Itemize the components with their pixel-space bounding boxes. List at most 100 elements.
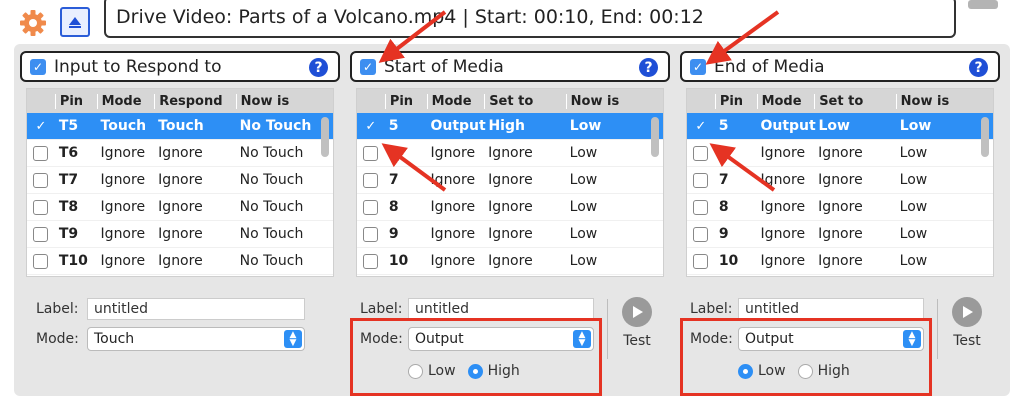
cell-pin: T10 bbox=[58, 253, 88, 269]
panel-header: ✓ Input to Respond to ? bbox=[20, 51, 340, 82]
help-icon[interactable]: ? bbox=[969, 58, 988, 77]
table-row[interactable]: ✓ 5 Output Low Low bbox=[687, 113, 993, 140]
col-header-now-is: Now is bbox=[565, 93, 663, 109]
row-checkbox[interactable] bbox=[33, 145, 49, 161]
table-row[interactable]: 10 Ignore Ignore Low bbox=[687, 248, 993, 275]
help-icon[interactable]: ? bbox=[309, 58, 328, 77]
table-row[interactable]: ✓ T5 Touch Touch No Touch bbox=[27, 113, 333, 140]
test-button-label: Test bbox=[953, 333, 981, 349]
table-row[interactable]: ✓ 5 Output High Low bbox=[357, 113, 663, 140]
table-row[interactable]: 10 Ignore Ignore Low bbox=[357, 248, 663, 275]
table-row[interactable]: 6 Ignore Ignore Low bbox=[357, 140, 663, 167]
table-scrollbar[interactable] bbox=[981, 117, 989, 157]
label-input[interactable]: untitled bbox=[738, 298, 924, 320]
checkmark-icon[interactable]: ✓ bbox=[35, 119, 46, 134]
mode-select[interactable]: Touch ▲ ▼ bbox=[87, 327, 305, 351]
cell-set-to: Low bbox=[818, 118, 850, 134]
cell-set-to: Ignore bbox=[818, 253, 863, 269]
table-row[interactable]: T9 Ignore Ignore No Touch bbox=[27, 221, 333, 248]
col-header-now-is: Now is bbox=[235, 93, 333, 109]
cell-now-is: Low bbox=[569, 118, 602, 134]
gear-icon[interactable] bbox=[18, 8, 48, 38]
cell-set-to: Ignore bbox=[488, 226, 533, 242]
row-checkbox[interactable] bbox=[363, 199, 379, 215]
collapse-button[interactable] bbox=[60, 7, 90, 37]
table-row[interactable]: 9 Ignore Ignore Low bbox=[687, 221, 993, 248]
cell-respond: Touch bbox=[158, 118, 204, 134]
row-checkbox[interactable] bbox=[693, 199, 709, 215]
header-checkbox[interactable]: ✓ bbox=[690, 58, 706, 75]
panel-input-to-respond: ✓ Input to Respond to ? Pin Mode Respond… bbox=[20, 51, 340, 394]
cell-set-to: High bbox=[488, 118, 525, 134]
row-checkbox[interactable] bbox=[33, 226, 49, 242]
table-row[interactable]: T8 Ignore Ignore No Touch bbox=[27, 194, 333, 221]
cell-pin: T8 bbox=[58, 199, 79, 215]
header-checkbox[interactable]: ✓ bbox=[30, 58, 46, 75]
table-row[interactable]: T6 Ignore Ignore No Touch bbox=[27, 140, 333, 167]
row-checkbox[interactable] bbox=[693, 145, 709, 161]
row-checkbox[interactable] bbox=[363, 172, 379, 188]
scrollbar-thumb[interactable] bbox=[968, 0, 998, 9]
table-row[interactable]: 7 Ignore Ignore Low bbox=[687, 167, 993, 194]
row-checkbox[interactable] bbox=[33, 253, 49, 269]
table-row[interactable]: 8 Ignore Ignore Low bbox=[687, 194, 993, 221]
help-icon[interactable]: ? bbox=[639, 58, 658, 77]
mode-select-value: Touch bbox=[94, 331, 135, 347]
cell-mode: Output bbox=[430, 118, 486, 134]
col-header-now-is: Now is bbox=[895, 93, 993, 109]
header-checkbox[interactable]: ✓ bbox=[360, 58, 376, 75]
row-checkbox[interactable] bbox=[693, 226, 709, 242]
cell-pin: 6 bbox=[718, 145, 729, 161]
table-scrollbar[interactable] bbox=[321, 117, 329, 157]
cell-pin: 8 bbox=[388, 199, 399, 215]
table-row[interactable]: 8 Ignore Ignore Low bbox=[357, 194, 663, 221]
cell-pin: 10 bbox=[718, 253, 739, 269]
cell-mode: Ignore bbox=[100, 172, 146, 188]
table-header: Pin Mode Respond Now is bbox=[27, 89, 333, 113]
triangle-up-icon bbox=[69, 17, 81, 28]
cell-now-is: Low bbox=[899, 226, 928, 242]
cell-mode: Touch bbox=[100, 118, 147, 134]
test-button[interactable]: Test bbox=[612, 297, 662, 367]
table-row[interactable]: 7 Ignore Ignore Low bbox=[357, 167, 663, 194]
col-header-respond: Respond bbox=[154, 93, 235, 109]
pin-table: Pin Mode Set to Now is ✓ 5 Output High L… bbox=[356, 88, 664, 277]
row-checkbox[interactable] bbox=[363, 226, 379, 242]
cell-now-is: Low bbox=[899, 199, 928, 215]
row-checkbox[interactable] bbox=[693, 172, 709, 188]
cell-now-is: Low bbox=[899, 253, 928, 269]
cell-set-to: Ignore bbox=[818, 199, 863, 215]
cell-now-is: No Touch bbox=[239, 199, 304, 215]
label-input[interactable]: untitled bbox=[408, 298, 594, 320]
cell-pin: 10 bbox=[388, 253, 409, 269]
table-row[interactable]: T10 Ignore Ignore No Touch bbox=[27, 248, 333, 275]
col-header-mode: Mode bbox=[426, 93, 485, 109]
panel-header: ✓ Start of Media ? bbox=[350, 51, 670, 82]
checkmark-icon[interactable]: ✓ bbox=[365, 119, 376, 134]
cell-set-to: Ignore bbox=[818, 145, 863, 161]
row-checkbox[interactable] bbox=[33, 199, 49, 215]
col-header-set-to: Set to bbox=[814, 93, 895, 109]
row-checkbox[interactable] bbox=[363, 145, 379, 161]
cell-mode: Ignore bbox=[760, 253, 806, 269]
cell-mode: Ignore bbox=[430, 253, 476, 269]
cell-mode: Ignore bbox=[100, 199, 146, 215]
test-button[interactable]: Test bbox=[942, 297, 992, 367]
checkmark-icon[interactable]: ✓ bbox=[695, 119, 706, 134]
top-bar: Drive Video: Parts of a Volcano.mp4 | St… bbox=[0, 0, 1019, 46]
action-title-field[interactable]: Drive Video: Parts of a Volcano.mp4 | St… bbox=[104, 0, 956, 38]
row-checkbox[interactable] bbox=[363, 253, 379, 269]
table-row[interactable]: 9 Ignore Ignore Low bbox=[357, 221, 663, 248]
input-form: Label: untitled Mode: Touch ▲ ▼ bbox=[20, 291, 340, 391]
table-row[interactable]: 6 Ignore Ignore Low bbox=[687, 140, 993, 167]
row-checkbox[interactable] bbox=[33, 172, 49, 188]
cell-respond: Ignore bbox=[158, 226, 203, 242]
label-input[interactable]: untitled bbox=[87, 298, 305, 320]
cell-now-is: No Touch bbox=[239, 172, 304, 188]
cell-mode: Ignore bbox=[760, 226, 806, 242]
test-button-label: Test bbox=[623, 333, 651, 349]
cell-respond: Ignore bbox=[158, 172, 203, 188]
table-row[interactable]: T7 Ignore Ignore No Touch bbox=[27, 167, 333, 194]
table-scrollbar[interactable] bbox=[651, 117, 659, 157]
row-checkbox[interactable] bbox=[693, 253, 709, 269]
